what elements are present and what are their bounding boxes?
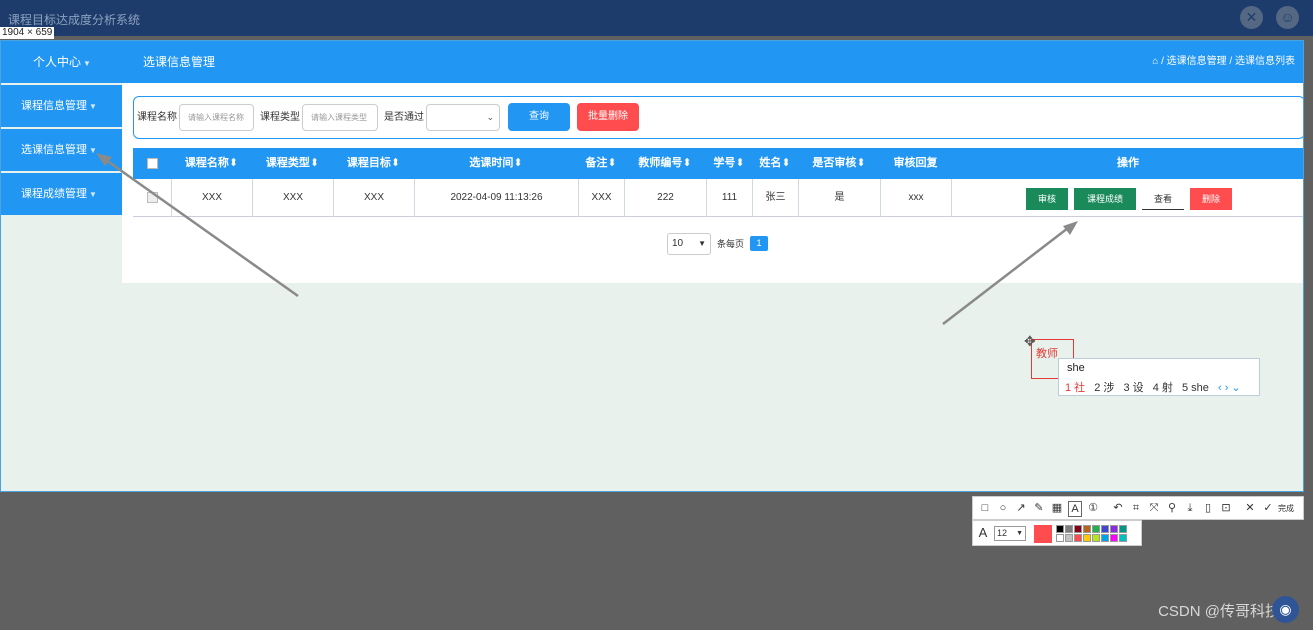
arrow-to-actions bbox=[942, 227, 1069, 325]
color-swatch[interactable] bbox=[1065, 525, 1073, 533]
ime-candidate[interactable]: 4 射 bbox=[1153, 382, 1173, 394]
color-swatch[interactable] bbox=[1083, 525, 1091, 533]
color-swatch[interactable] bbox=[1056, 534, 1064, 542]
color-swatch[interactable] bbox=[1110, 534, 1118, 542]
ime-candidate[interactable]: 2 涉 bbox=[1094, 382, 1114, 394]
assistant-avatar-icon[interactable]: ◉ bbox=[1272, 596, 1299, 623]
pen-tool-icon[interactable]: ✎ bbox=[1032, 501, 1046, 515]
text-tool-icon[interactable]: A bbox=[1068, 501, 1082, 517]
cancel-icon[interactable]: ✕ bbox=[1243, 501, 1257, 515]
font-icon: A bbox=[978, 525, 988, 540]
caret-down-icon: ▼ bbox=[1016, 530, 1023, 537]
text-style-toolbar: A 12 ▼ bbox=[972, 520, 1142, 546]
color-swatch[interactable] bbox=[1083, 534, 1091, 542]
ocr-icon[interactable]: ⌗ bbox=[1129, 501, 1143, 515]
done-check-icon[interactable]: ✓ bbox=[1261, 501, 1275, 515]
ime-page-arrows-icon[interactable]: ‹ › ⌄ bbox=[1218, 382, 1241, 394]
arrow-to-sidebar bbox=[105, 158, 299, 298]
ellipse-tool-icon[interactable]: ○ bbox=[996, 501, 1010, 515]
color-swatch[interactable] bbox=[1101, 525, 1109, 533]
color-swatch[interactable] bbox=[1119, 534, 1127, 542]
watermark: CSDN @传哥科技 bbox=[1158, 603, 1280, 620]
mosaic-tool-icon[interactable]: ▦ bbox=[1050, 501, 1064, 515]
pin-icon[interactable]: ⚲ bbox=[1165, 501, 1179, 515]
arrow-tool-icon[interactable]: ↗ bbox=[1014, 501, 1028, 515]
color-swatch[interactable] bbox=[1092, 525, 1100, 533]
rectangle-tool-icon[interactable]: □ bbox=[978, 501, 992, 515]
bookmark-icon[interactable]: ⊡ bbox=[1219, 501, 1233, 515]
current-color-swatch[interactable] bbox=[1034, 525, 1052, 543]
download-icon[interactable]: ⤓ bbox=[1183, 501, 1197, 515]
color-swatch[interactable] bbox=[1110, 525, 1118, 533]
ime-candidates: 1 社 2 涉 3 设 4 射 5 she ‹ › ⌄ bbox=[1065, 379, 1241, 395]
ime-input: she bbox=[1067, 362, 1085, 374]
undo-icon[interactable]: ↶ bbox=[1111, 501, 1125, 515]
color-swatch[interactable] bbox=[1065, 534, 1073, 542]
color-swatch[interactable] bbox=[1119, 525, 1127, 533]
font-size-select[interactable]: 12 ▼ bbox=[994, 526, 1026, 541]
ime-candidate-window: she 1 社 2 涉 3 设 4 射 5 she ‹ › ⌄ bbox=[1058, 358, 1260, 396]
ime-candidate[interactable]: 3 设 bbox=[1124, 382, 1144, 394]
number-tool-icon[interactable]: ① bbox=[1086, 501, 1100, 515]
color-swatch[interactable] bbox=[1074, 534, 1082, 542]
move-icon[interactable]: ✥ bbox=[1024, 333, 1036, 350]
translate-icon[interactable]: ⤧ bbox=[1147, 501, 1161, 515]
screenshot-toolbar: □ ○ ↗ ✎ ▦ A ① ↶ ⌗ ⤧ ⚲ ⤓ ▯ ⊡ ✕ ✓ 完成 bbox=[972, 496, 1304, 520]
color-swatch[interactable] bbox=[1092, 534, 1100, 542]
done-button[interactable]: 完成 bbox=[1278, 503, 1294, 514]
save-icon[interactable]: ▯ bbox=[1201, 501, 1215, 515]
arrow-head bbox=[1063, 221, 1078, 235]
color-swatch[interactable] bbox=[1056, 525, 1064, 533]
color-swatch[interactable] bbox=[1101, 534, 1109, 542]
color-swatch[interactable] bbox=[1074, 525, 1082, 533]
ime-candidate[interactable]: 1 社 bbox=[1065, 382, 1085, 394]
ime-candidate[interactable]: 5 she bbox=[1182, 382, 1209, 394]
